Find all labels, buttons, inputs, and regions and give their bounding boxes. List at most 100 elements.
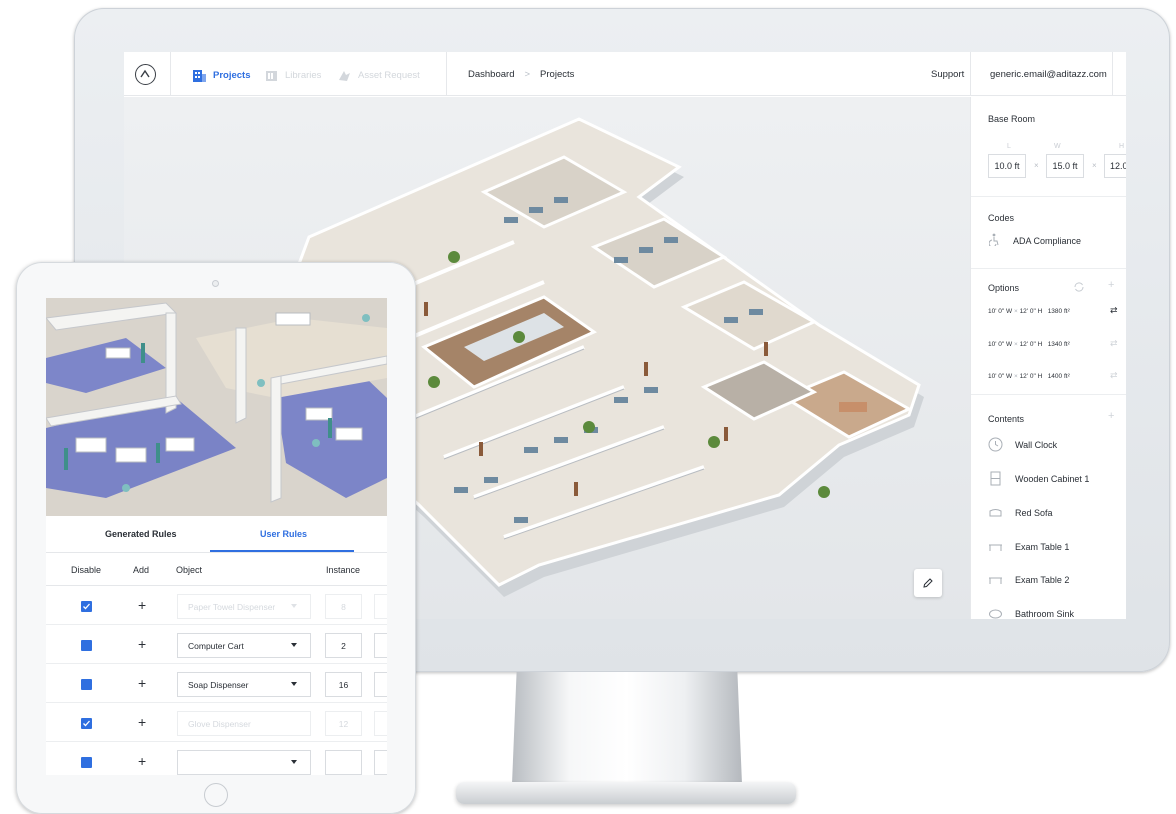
- object-select[interactable]: [177, 750, 311, 775]
- length-input[interactable]: 10.0 ft: [988, 154, 1026, 178]
- option-area: 1340 ft²: [1047, 341, 1070, 348]
- option-height: 12' 0" H: [1019, 341, 1043, 348]
- chevron-down-icon: [291, 604, 297, 608]
- app-logo-icon[interactable]: [135, 64, 156, 85]
- breadcrumb-separator: >: [524, 69, 531, 80]
- instance-input[interactable]: 8: [325, 594, 362, 619]
- option-row-1[interactable]: 10' 0" W × 12' 0" H 1380 ft²: [988, 308, 1070, 315]
- base-room-title: Base Room: [988, 114, 1036, 124]
- object-select-value: Paper Towel Dispenser: [188, 601, 276, 612]
- codes-title: Codes: [988, 213, 1015, 223]
- divider: [970, 52, 971, 96]
- divider: [170, 52, 171, 96]
- disable-checkbox[interactable]: [81, 601, 92, 612]
- codes-section: Codes ADA Compliance: [971, 197, 1126, 269]
- accessibility-icon: [989, 233, 999, 246]
- instance-input[interactable]: 12: [325, 711, 362, 736]
- base-room-section: Base Room L W H 10.0 ft × 15.0 ft × 12.0: [971, 97, 1126, 197]
- sliders-icon[interactable]: ⇄: [1110, 338, 1118, 349]
- length-label: L: [1007, 143, 1011, 150]
- tablet-home-button[interactable]: [204, 783, 228, 807]
- support-link[interactable]: Support: [931, 69, 964, 80]
- rules-table-header: Disable Add Object Instance: [46, 554, 387, 586]
- add-rule-button[interactable]: +: [138, 597, 146, 613]
- nav-asset-request[interactable]: Asset Request: [337, 68, 420, 83]
- add-rule-button[interactable]: +: [138, 714, 146, 730]
- option-row-3[interactable]: 10' 0" W × 12' 0" H 1400 ft²: [988, 373, 1070, 380]
- width-input[interactable]: 15.0 ft: [1046, 154, 1084, 178]
- extra-field[interactable]: [374, 633, 387, 658]
- nav-libraries-label: Libraries: [285, 70, 322, 81]
- option-area: 1400 ft²: [1047, 373, 1070, 380]
- exam-table-icon: [988, 539, 1003, 554]
- content-item-bathroom-sink[interactable]: Bathroom Sink: [988, 606, 1074, 619]
- object-select-value: Soap Dispenser: [188, 679, 249, 690]
- instance-input[interactable]: 16: [325, 672, 362, 697]
- object-select[interactable]: Computer Cart: [177, 633, 311, 658]
- breadcrumb-projects[interactable]: Projects: [540, 69, 574, 80]
- nav-projects-label: Projects: [213, 70, 251, 81]
- hospital-rooms-illustration: [46, 298, 387, 516]
- object-select-value: Glove Dispenser: [188, 718, 251, 729]
- sliders-icon[interactable]: ⇄: [1110, 370, 1118, 381]
- chevron-down-icon: [291, 760, 297, 764]
- table-row: + Glove Dispenser 12: [46, 704, 387, 742]
- options-section: Options + 10' 0" W × 12' 0" H 1380 ft² ⇄…: [971, 269, 1126, 395]
- tablet-camera: [212, 280, 219, 287]
- content-item-wooden-cabinet[interactable]: Wooden Cabinet 1: [988, 471, 1089, 486]
- add-content-icon[interactable]: +: [1108, 410, 1114, 422]
- disable-checkbox[interactable]: [81, 718, 92, 729]
- chevron-down-icon: [291, 643, 297, 647]
- height-label: H: [1119, 143, 1125, 150]
- sliders-icon[interactable]: ⇄: [1110, 305, 1118, 316]
- tablet-screen: Generated Rules User Rules Disable Add O…: [46, 298, 387, 775]
- nav-asset-request-label: Asset Request: [358, 70, 420, 81]
- add-rule-button[interactable]: +: [138, 675, 146, 691]
- table-row: + Computer Cart 2: [46, 626, 387, 664]
- content-item-wall-clock[interactable]: Wall Clock: [988, 437, 1057, 452]
- building-icon: [193, 70, 206, 82]
- nav-projects[interactable]: Projects: [192, 68, 251, 83]
- sofa-icon: [988, 505, 1003, 520]
- breadcrumb-dashboard[interactable]: Dashboard: [468, 69, 514, 80]
- content-item-exam-table-2[interactable]: Exam Table 2: [988, 572, 1069, 587]
- extra-field[interactable]: [374, 594, 387, 619]
- content-item-label: Red Sofa: [1015, 507, 1053, 518]
- object-select[interactable]: Soap Dispenser: [177, 672, 311, 697]
- refresh-icon[interactable]: [1073, 281, 1085, 293]
- extra-field[interactable]: [374, 711, 387, 736]
- option-row-2[interactable]: 10' 0" W × 12' 0" H 1340 ft²: [988, 341, 1070, 348]
- disable-checkbox[interactable]: [81, 679, 92, 690]
- object-select[interactable]: Glove Dispenser: [177, 711, 311, 736]
- option-width: 10' 0" W: [988, 341, 1013, 348]
- extra-field[interactable]: [374, 672, 387, 697]
- option-width: 10' 0" W: [988, 373, 1013, 380]
- content-item-exam-table-1[interactable]: Exam Table 1: [988, 539, 1069, 554]
- hospital-3d-view[interactable]: [46, 298, 387, 516]
- content-item-red-sofa[interactable]: Red Sofa: [988, 505, 1053, 520]
- disable-checkbox[interactable]: [81, 757, 92, 768]
- extra-field[interactable]: [374, 750, 387, 775]
- add-option-icon[interactable]: +: [1108, 279, 1114, 291]
- user-email[interactable]: generic.email@aditazz.com: [990, 69, 1107, 80]
- instance-input[interactable]: [325, 750, 362, 775]
- option-area: 1380 ft²: [1047, 308, 1070, 315]
- content-item-label: Exam Table 2: [1015, 574, 1070, 585]
- object-select-value: Computer Cart: [188, 640, 244, 651]
- object-select[interactable]: Paper Towel Dispenser: [177, 594, 311, 619]
- instance-input[interactable]: 2: [325, 633, 362, 658]
- nav-libraries[interactable]: Libraries: [264, 68, 321, 83]
- disable-checkbox[interactable]: [81, 640, 92, 651]
- add-rule-button[interactable]: +: [138, 753, 146, 769]
- library-icon: [266, 71, 277, 81]
- times-sign: ×: [1092, 161, 1097, 170]
- add-rule-button[interactable]: +: [138, 636, 146, 652]
- code-item-ada[interactable]: ADA Compliance: [1013, 236, 1081, 246]
- tab-user-rules[interactable]: User Rules: [260, 529, 307, 539]
- option-width: 10' 0" W: [988, 308, 1013, 315]
- tab-generated-rules[interactable]: Generated Rules: [105, 529, 177, 539]
- cabinet-icon: [988, 471, 1003, 486]
- height-input[interactable]: 12.0: [1104, 154, 1126, 178]
- contents-section: Contents + Wall Clock Wooden Cabinet 1 R…: [971, 395, 1126, 619]
- edit-button[interactable]: [914, 569, 942, 597]
